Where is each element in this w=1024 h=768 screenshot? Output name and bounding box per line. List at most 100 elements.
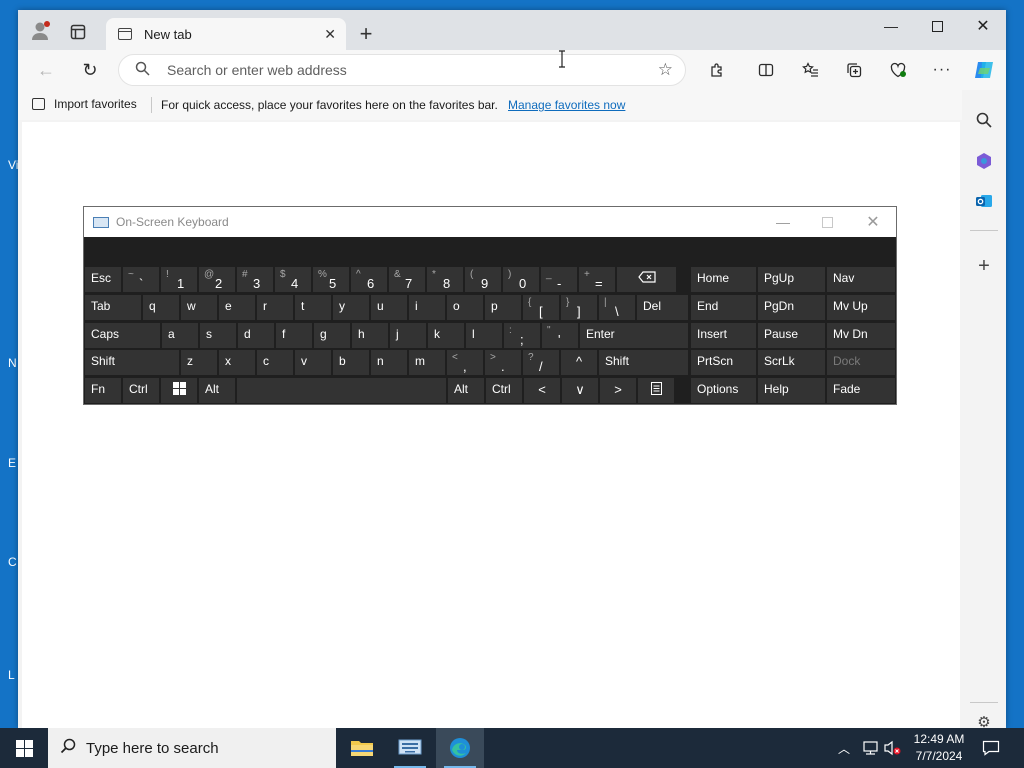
key-nav[interactable]: Nav	[827, 267, 895, 292]
key-pgdn[interactable]: PgDn	[758, 295, 825, 320]
key-t[interactable]: t	[295, 295, 331, 320]
minimize-button[interactable]: —	[868, 10, 914, 42]
sidebar-add-icon[interactable]: +	[970, 252, 998, 280]
system-clock[interactable]: 12:49 AM 7/7/2024	[905, 731, 973, 765]
extensions-icon[interactable]	[703, 58, 731, 82]
key-tab[interactable]: Tab	[85, 295, 141, 320]
key-v[interactable]: v	[295, 350, 331, 375]
key-fn[interactable]: Fn	[85, 378, 121, 403]
key-arrow[interactable]: <	[524, 378, 560, 403]
key-shift[interactable]: Shift	[85, 350, 179, 375]
desktop-icon-label[interactable]: L	[8, 668, 15, 682]
new-tab-plus-icon[interactable]: +	[354, 21, 378, 46]
key-help[interactable]: Help	[758, 378, 825, 403]
key-symbol[interactable]: {[	[523, 295, 559, 320]
key-alt[interactable]: Alt	[448, 378, 484, 403]
key-5[interactable]: % 5	[313, 267, 349, 292]
key-u[interactable]: u	[371, 295, 407, 320]
key-q[interactable]: q	[143, 295, 179, 320]
key-mv-up[interactable]: Mv Up	[827, 295, 895, 320]
settings-more-icon[interactable]: ···	[928, 58, 956, 82]
key-2[interactable]: @2	[199, 267, 235, 292]
key-symbol[interactable]: | \	[599, 295, 635, 320]
key-arrow[interactable]: ^	[561, 350, 597, 375]
key-r[interactable]: r	[257, 295, 293, 320]
collections-icon[interactable]	[840, 58, 868, 82]
key-3[interactable]: #3	[237, 267, 273, 292]
key-backtick[interactable]: ~ `	[123, 267, 159, 292]
sidebar-copilot-icon[interactable]	[970, 147, 998, 175]
key-enter[interactable]: Enter	[580, 323, 688, 348]
key-z[interactable]: z	[181, 350, 217, 375]
key-backspace-icon[interactable]	[617, 267, 676, 292]
key-fade[interactable]: Fade	[827, 378, 895, 403]
key-s[interactable]: s	[200, 323, 236, 348]
key-symbol[interactable]: }]	[561, 295, 597, 320]
profile-icon[interactable]	[28, 18, 54, 44]
notifications-icon[interactable]	[982, 728, 1000, 768]
key-symbol[interactable]: <,	[447, 350, 483, 375]
desktop-icon-label[interactable]: C	[8, 555, 17, 569]
key-a[interactable]: a	[162, 323, 198, 348]
key-menu-icon[interactable]	[638, 378, 674, 403]
key-y[interactable]: y	[333, 295, 369, 320]
key-shift[interactable]: Shift	[599, 350, 688, 375]
key-m[interactable]: m	[409, 350, 445, 375]
key-0[interactable]: ) 0	[503, 267, 539, 292]
key-k[interactable]: k	[428, 323, 464, 348]
edge-app[interactable]	[436, 728, 484, 768]
key-space[interactable]	[237, 378, 446, 403]
key-alt[interactable]: Alt	[199, 378, 235, 403]
key-d[interactable]: d	[238, 323, 274, 348]
key-8[interactable]: * 8	[427, 267, 463, 292]
refresh-icon[interactable]: ↻	[76, 58, 104, 82]
desktop-icon-label[interactable]: Vi	[8, 158, 18, 172]
key-end[interactable]: End	[691, 295, 756, 320]
key-ctrl[interactable]: Ctrl	[123, 378, 159, 403]
key-7[interactable]: & 7	[389, 267, 425, 292]
split-screen-icon[interactable]	[752, 58, 780, 82]
import-favorites-button[interactable]: Import favorites	[32, 97, 137, 111]
key-symbol[interactable]: >.	[485, 350, 521, 375]
key-l[interactable]: l	[466, 323, 502, 348]
key-c[interactable]: c	[257, 350, 293, 375]
copilot-icon[interactable]	[970, 58, 998, 82]
key-arrow[interactable]: >	[600, 378, 636, 403]
key-arrow[interactable]: ∨	[562, 378, 598, 403]
tab-actions-icon[interactable]	[66, 20, 90, 44]
file-explorer-app[interactable]	[338, 728, 386, 768]
key-del[interactable]: Del	[637, 295, 688, 320]
on-screen-keyboard-app[interactable]	[386, 728, 434, 768]
desktop-icon-label[interactable]: E	[8, 456, 16, 470]
key-w[interactable]: w	[181, 295, 217, 320]
back-icon[interactable]: ←	[32, 58, 60, 82]
close-tab-icon[interactable]: ✕	[324, 26, 336, 43]
sidebar-search-icon[interactable]	[970, 106, 998, 134]
manage-favorites-link[interactable]: Manage favorites now	[508, 98, 625, 112]
key-ctrl[interactable]: Ctrl	[486, 378, 522, 403]
osk-minimize-button[interactable]: —	[760, 207, 806, 237]
show-hidden-icons-chevron-icon[interactable]: ︿	[838, 728, 850, 768]
key-pause[interactable]: Pause	[758, 323, 825, 348]
address-bar[interactable]: ☆	[118, 54, 686, 86]
key-symbol[interactable]: " '	[542, 323, 578, 348]
key-mv-dn[interactable]: Mv Dn	[827, 323, 895, 348]
key-p[interactable]: p	[485, 295, 521, 320]
key-windows-icon[interactable]	[161, 378, 197, 403]
key-symbol[interactable]: ? /	[523, 350, 559, 375]
sidebar-outlook-icon[interactable]	[970, 187, 998, 215]
key-caps[interactable]: Caps	[85, 323, 160, 348]
key-options[interactable]: Options	[691, 378, 756, 403]
key-o[interactable]: o	[447, 295, 483, 320]
maximize-button[interactable]	[914, 10, 960, 42]
favorites-icon[interactable]	[796, 58, 824, 82]
key-4[interactable]: $4	[275, 267, 311, 292]
key-symbol[interactable]: :;	[504, 323, 540, 348]
desktop-icon-label[interactable]: N	[8, 356, 17, 370]
add-favorite-star-icon[interactable]: ☆	[658, 60, 673, 80]
key-esc[interactable]: Esc	[85, 267, 121, 292]
key-symbol[interactable]: _ -	[541, 267, 577, 292]
key-e[interactable]: e	[219, 295, 255, 320]
key-g[interactable]: g	[314, 323, 350, 348]
key-b[interactable]: b	[333, 350, 369, 375]
